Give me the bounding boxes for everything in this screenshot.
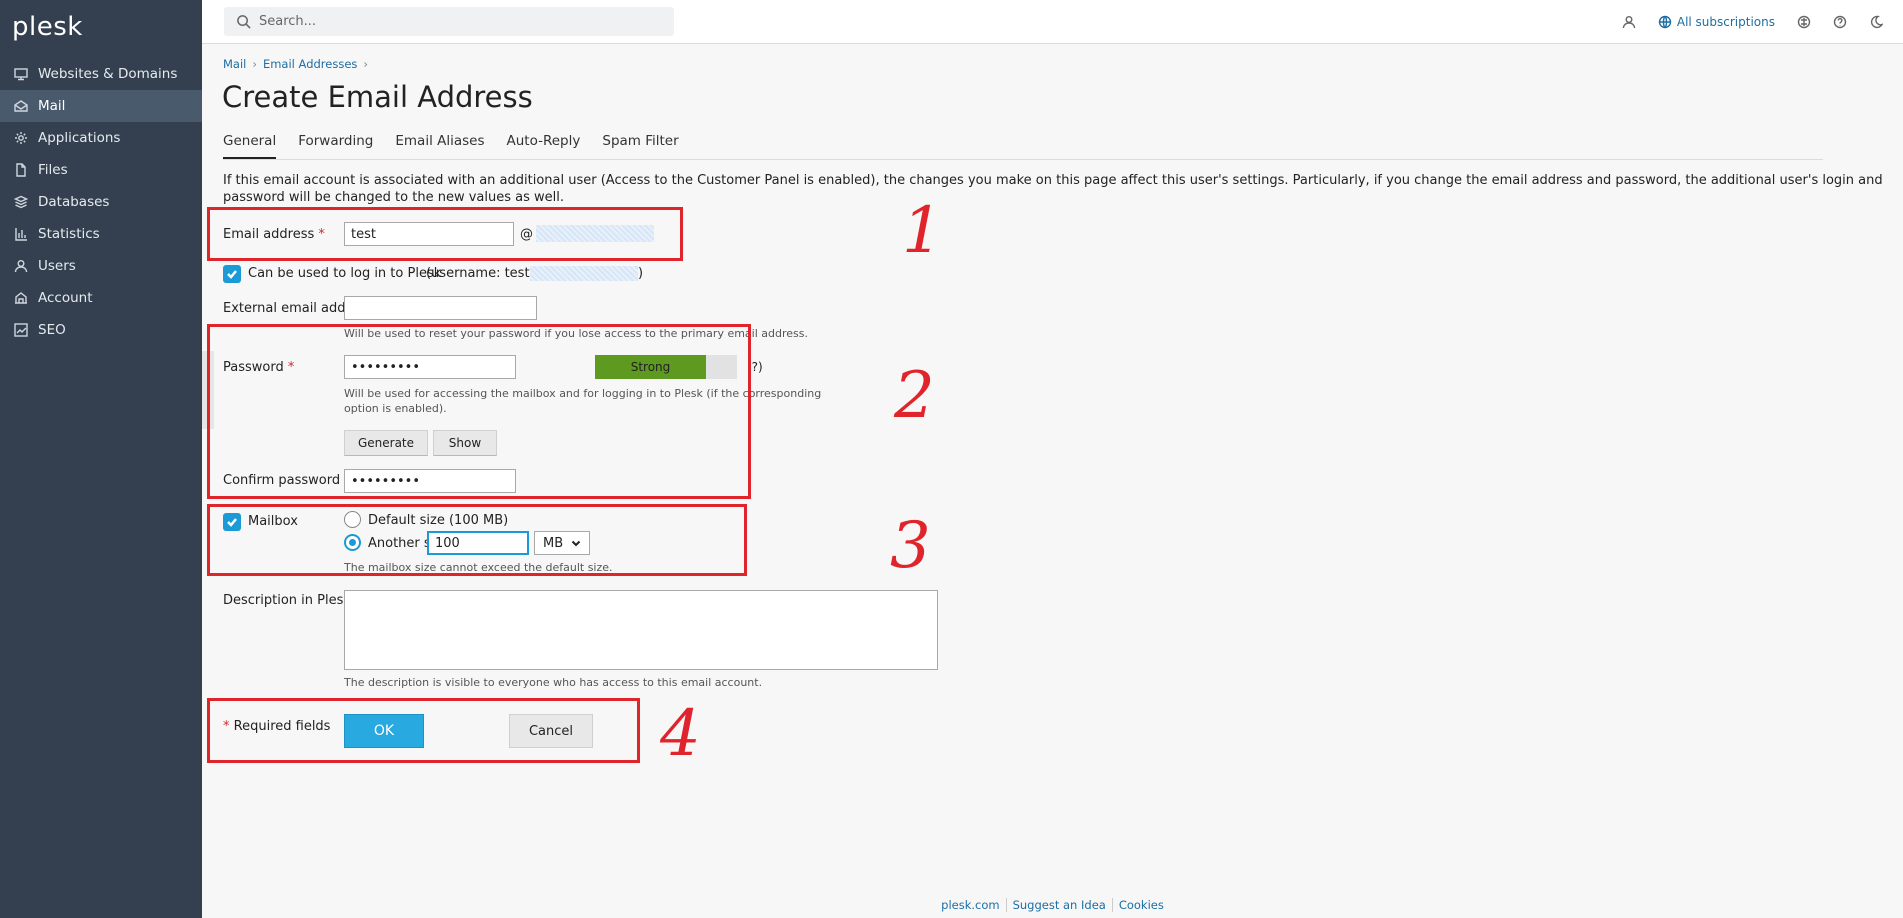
footer-link-plesk[interactable]: plesk.com xyxy=(935,898,1005,912)
moon-icon xyxy=(1870,15,1883,29)
sidebar: plesk Websites & Domains Mail Applicatio… xyxy=(0,0,202,918)
sidebar-item-files[interactable]: Files xyxy=(0,154,202,186)
tab-forwarding[interactable]: Forwarding xyxy=(298,133,373,159)
annotation-number-2: 2 xyxy=(894,359,935,433)
annotation-number-3: 3 xyxy=(890,509,931,583)
search-input[interactable] xyxy=(259,14,659,29)
tab-email-aliases[interactable]: Email Aliases xyxy=(395,133,484,159)
login-checkbox-label: Can be used to log in to Plesk xyxy=(248,266,442,281)
sidebar-item-mail[interactable]: Mail xyxy=(0,90,202,122)
sidebar-nav: Websites & Domains Mail Applications Fil… xyxy=(0,58,202,346)
sidebar-item-websites-domains[interactable]: Websites & Domains xyxy=(0,58,202,90)
breadcrumb-email-addresses[interactable]: Email Addresses xyxy=(263,57,357,71)
tab-auto-reply[interactable]: Auto-Reply xyxy=(507,133,581,159)
sidebar-item-label: Account xyxy=(38,290,93,306)
account-icon xyxy=(14,291,28,305)
help-button[interactable] xyxy=(1833,15,1847,29)
puzzle-icon xyxy=(1797,15,1811,29)
tab-spam-filter[interactable]: Spam Filter xyxy=(602,133,678,159)
all-subscriptions-button[interactable]: All subscriptions xyxy=(1658,15,1775,29)
search-box[interactable] xyxy=(224,7,674,36)
sidebar-item-label: Users xyxy=(38,258,76,274)
description-textarea[interactable] xyxy=(344,590,938,670)
redacted-username-domain xyxy=(530,266,638,281)
footer-link-suggest-idea[interactable]: Suggest an Idea xyxy=(1005,898,1112,912)
page-title: Create Email Address xyxy=(222,80,533,114)
sidebar-item-label: Databases xyxy=(38,194,110,210)
sidebar-item-label: Statistics xyxy=(38,226,100,242)
tab-general[interactable]: General xyxy=(223,133,277,159)
sidebar-item-seo[interactable]: SEO xyxy=(0,314,202,346)
database-icon xyxy=(14,195,28,209)
login-username-prefix: (username: test@ xyxy=(426,266,543,281)
plesk-logo[interactable]: plesk xyxy=(12,12,83,42)
help-icon xyxy=(1833,15,1847,29)
sidebar-item-statistics[interactable]: Statistics xyxy=(0,218,202,250)
topbar-actions: All subscriptions xyxy=(1600,0,1883,44)
check-icon xyxy=(227,270,237,279)
footer-link-cookies[interactable]: Cookies xyxy=(1111,898,1170,912)
sidebar-item-label: Websites & Domains xyxy=(38,66,178,82)
gear-icon xyxy=(14,131,28,145)
sidebar-item-label: Mail xyxy=(38,98,66,114)
sidebar-item-label: Files xyxy=(38,162,68,178)
info-note: If this email account is associated with… xyxy=(223,173,1883,205)
monitor-icon xyxy=(14,67,28,81)
breadcrumb-mail[interactable]: Mail xyxy=(223,57,246,71)
topbar: All subscriptions xyxy=(202,0,1903,44)
sidebar-item-label: SEO xyxy=(38,322,66,338)
breadcrumb-separator-icon: › xyxy=(363,57,369,71)
annotation-box-4 xyxy=(207,698,640,763)
sidebar-item-label: Applications xyxy=(38,130,121,146)
main-content: Mail › Email Addresses › Create Email Ad… xyxy=(202,44,1903,918)
bar-chart-icon xyxy=(14,227,28,241)
theme-toggle-button[interactable] xyxy=(1869,15,1883,29)
user-icon xyxy=(14,259,28,273)
sidebar-item-users[interactable]: Users xyxy=(0,250,202,282)
breadcrumb: Mail › Email Addresses › xyxy=(223,57,374,71)
sidebar-item-account[interactable]: Account xyxy=(0,282,202,314)
annotation-box-1 xyxy=(207,207,683,261)
sidebar-item-applications[interactable]: Applications xyxy=(0,122,202,154)
external-email-input[interactable] xyxy=(344,296,537,320)
profile-button[interactable] xyxy=(1622,15,1636,29)
seo-icon xyxy=(14,323,28,337)
breadcrumb-separator-icon: › xyxy=(252,57,257,71)
user-icon xyxy=(1622,16,1636,29)
description-hint: The description is visible to everyone w… xyxy=(344,676,763,689)
footer: plesk.com Suggest an Idea Cookies xyxy=(202,892,1903,918)
tabs-divider xyxy=(223,159,1823,160)
file-icon xyxy=(14,163,28,177)
annotation-number-1: 1 xyxy=(902,194,943,268)
globe-icon xyxy=(1658,15,1672,29)
annotation-box-2 xyxy=(207,324,751,499)
tabs: General Forwarding Email Aliases Auto-Re… xyxy=(223,133,701,159)
search-icon xyxy=(237,15,251,29)
mail-icon xyxy=(14,99,28,113)
sidebar-item-databases[interactable]: Databases xyxy=(0,186,202,218)
annotation-box-3 xyxy=(207,504,747,576)
login-checkbox[interactable] xyxy=(223,265,241,283)
description-label: Description in Plesk xyxy=(223,593,351,608)
login-username-suffix: ) xyxy=(638,266,644,281)
annotation-number-4: 4 xyxy=(660,697,701,771)
extensions-button[interactable] xyxy=(1797,15,1811,29)
all-subscriptions-label: All subscriptions xyxy=(1676,15,1775,29)
